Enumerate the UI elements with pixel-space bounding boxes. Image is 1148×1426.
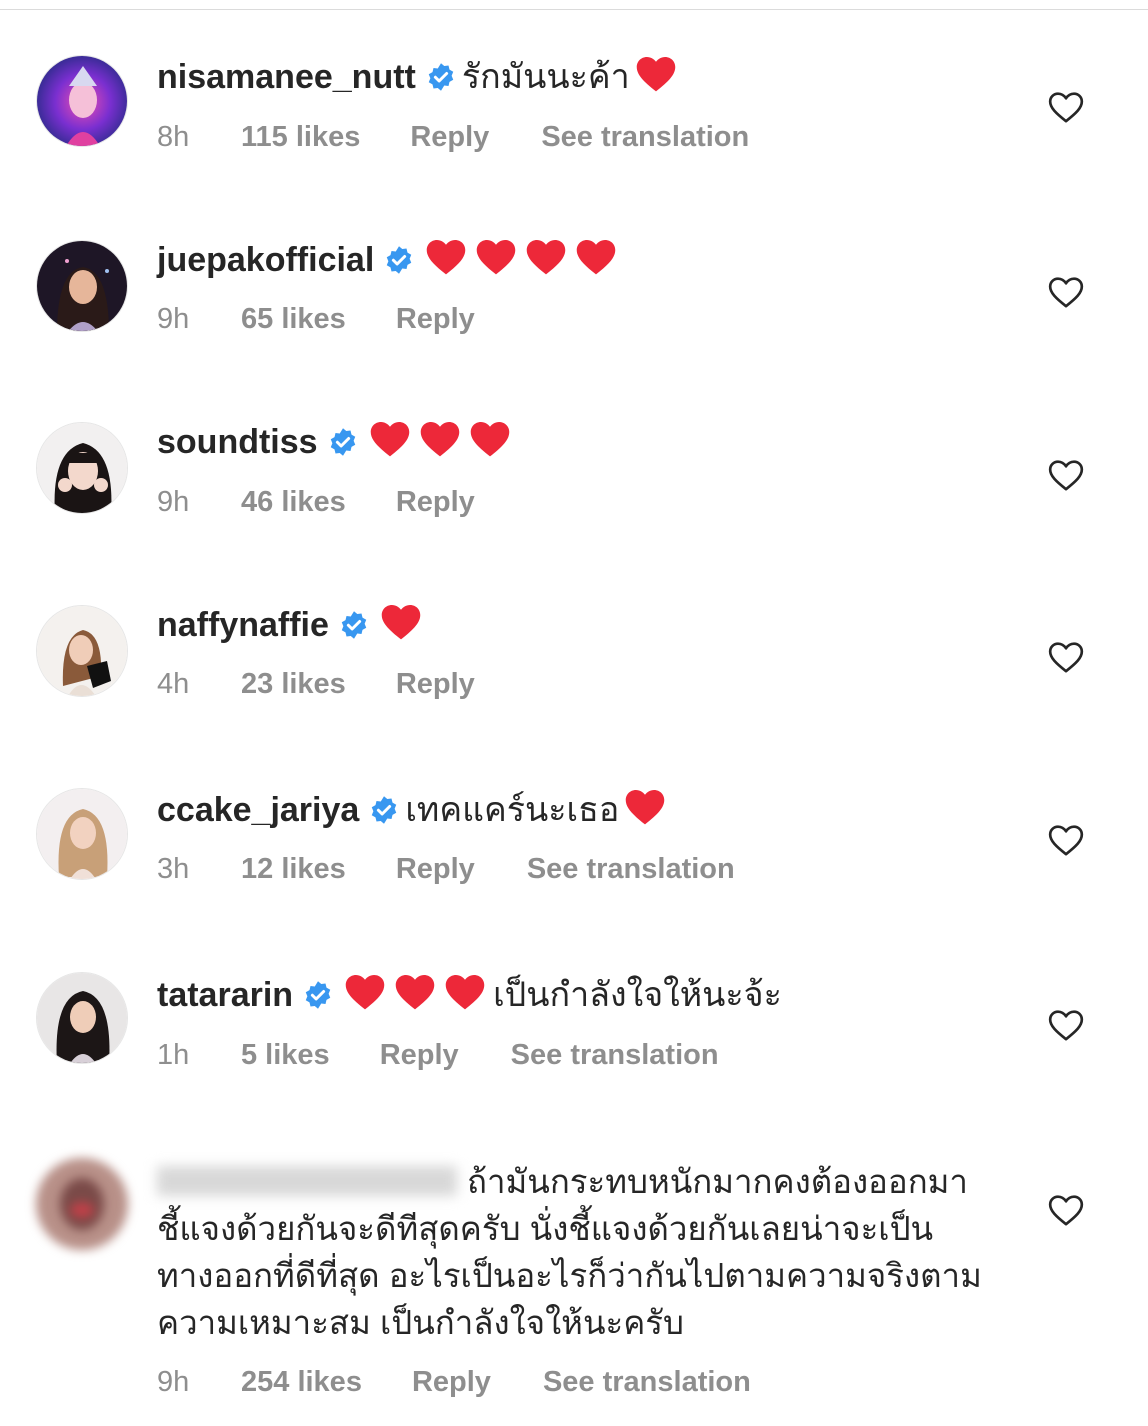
reply-button[interactable]: Reply <box>396 482 475 522</box>
username[interactable]: nisamanee_nutt <box>157 58 416 96</box>
comment-text: รักมันนะค้า <box>461 58 630 96</box>
see-translation-button[interactable]: See translation <box>511 1035 719 1075</box>
avatar[interactable] <box>36 788 128 880</box>
likes-count[interactable]: 12 likes <box>241 849 346 889</box>
comment-line: tatararin เป็นกำลังใจให้นะจ้ะ <box>157 970 998 1027</box>
username[interactable]: soundtiss <box>157 423 318 461</box>
avatar[interactable] <box>36 1158 128 1250</box>
heart-outline-icon[interactable] <box>1046 455 1086 495</box>
comment-text: เป็นกำลังใจให้นะจ้ะ <box>493 976 782 1014</box>
red-heart-icon <box>577 239 616 275</box>
red-heart-icon <box>636 56 675 92</box>
heart-emojis <box>368 417 518 474</box>
comment-time: 4h <box>157 668 190 700</box>
comment-meta: 9h 254 likes Reply See translation <box>157 1362 751 1402</box>
verified-badge-icon <box>305 981 331 1009</box>
verified-badge-icon <box>387 246 412 274</box>
comment-meta: 8h 115 likes Reply See translation <box>157 117 749 157</box>
see-translation-button[interactable]: See translation <box>527 849 735 889</box>
avatar[interactable] <box>36 240 128 332</box>
likes-count[interactable]: 46 likes <box>241 482 346 522</box>
avatar[interactable] <box>36 972 128 1064</box>
reply-button[interactable]: Reply <box>396 664 475 704</box>
verified-badge-icon <box>330 428 355 456</box>
username[interactable]: juepakofficial <box>157 241 374 279</box>
red-heart-icon <box>477 239 516 275</box>
red-heart-icon <box>395 974 435 1010</box>
verified-badge-icon <box>341 611 367 639</box>
comment-text: เทคแคร์นะเธอ <box>405 791 620 829</box>
reply-button[interactable]: Reply <box>380 1035 459 1075</box>
red-heart-icon <box>381 604 421 640</box>
heart-emojis <box>424 235 624 292</box>
red-heart-icon <box>445 974 485 1010</box>
reply-button[interactable]: Reply <box>396 849 475 889</box>
username-blurred[interactable] <box>157 1166 457 1196</box>
likes-count[interactable]: 65 likes <box>241 299 346 339</box>
heart-outline-icon[interactable] <box>1046 820 1086 860</box>
red-heart-icon <box>626 789 665 825</box>
heart-outline-icon[interactable] <box>1046 272 1086 312</box>
verified-badge-icon <box>428 63 454 91</box>
comment-time: 9h <box>157 303 190 335</box>
heart-emojis <box>343 970 493 1027</box>
heart-outline-icon[interactable] <box>1046 637 1086 677</box>
username[interactable]: tatararin <box>157 976 293 1014</box>
red-heart-icon <box>427 239 466 275</box>
red-heart-icon <box>420 421 459 457</box>
username[interactable]: naffynaffie <box>157 606 329 644</box>
comment-time: 8h <box>157 121 190 153</box>
comment-line: ccake_jariya เทคแคร์นะเธอ <box>157 785 998 842</box>
comment-line: ถ้ามันกระทบหนักมากคงต้องออกมาชี้แจงด้วยก… <box>157 1158 1007 1346</box>
avatar[interactable] <box>36 422 128 514</box>
comment-meta: 3h 12 likes Reply See translation <box>157 849 735 889</box>
comment-meta: 9h 65 likes Reply <box>157 299 527 339</box>
avatar[interactable] <box>36 605 128 697</box>
reply-button[interactable]: Reply <box>412 1362 491 1402</box>
comment-time: 1h <box>157 1039 190 1071</box>
likes-count[interactable]: 115 likes <box>241 117 360 157</box>
comment-time: 3h <box>157 853 190 885</box>
heart-emojis <box>379 600 429 657</box>
comment-time: 9h <box>157 1366 190 1398</box>
red-heart-icon <box>345 974 385 1010</box>
comment-line: soundtiss <box>157 417 998 474</box>
top-divider <box>0 9 1148 10</box>
heart-emojis <box>623 785 673 842</box>
avatar[interactable] <box>36 55 128 147</box>
heart-emojis <box>634 52 684 109</box>
heart-outline-icon[interactable] <box>1046 87 1086 127</box>
see-translation-button[interactable]: See translation <box>541 117 749 157</box>
comment-meta: 1h 5 likes Reply See translation <box>157 1035 719 1075</box>
likes-count[interactable]: 5 likes <box>241 1035 330 1075</box>
red-heart-icon <box>470 421 509 457</box>
likes-count[interactable]: 23 likes <box>241 664 346 704</box>
verified-badge-icon <box>372 796 397 824</box>
username[interactable]: ccake_jariya <box>157 791 359 829</box>
red-heart-icon <box>527 239 566 275</box>
see-translation-button[interactable]: See translation <box>543 1362 751 1402</box>
heart-outline-icon[interactable] <box>1046 1005 1086 1045</box>
comment-line: juepakofficial <box>157 235 998 292</box>
reply-button[interactable]: Reply <box>396 299 475 339</box>
comment-meta: 9h 46 likes Reply <box>157 482 527 522</box>
comment-line: nisamanee_nutt รักมันนะค้า <box>157 52 998 109</box>
comment-time: 9h <box>157 486 190 518</box>
comment-meta: 4h 23 likes Reply <box>157 664 527 704</box>
likes-count[interactable]: 254 likes <box>241 1362 362 1402</box>
comment-line: naffynaffie <box>157 600 998 657</box>
heart-outline-icon[interactable] <box>1046 1190 1086 1230</box>
red-heart-icon <box>370 421 409 457</box>
reply-button[interactable]: Reply <box>410 117 489 157</box>
